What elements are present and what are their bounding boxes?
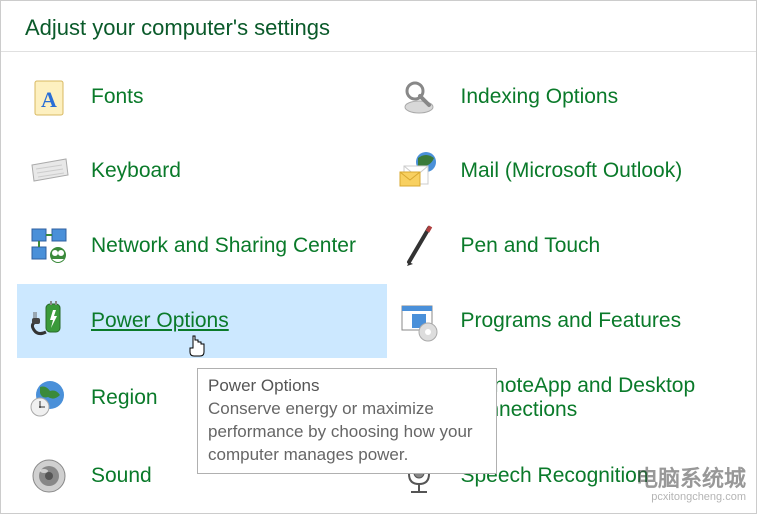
svg-text:A: A — [41, 87, 57, 112]
item-programs-features[interactable]: Programs and Features — [387, 284, 757, 358]
item-mail[interactable]: Mail (Microsoft Outlook) — [387, 134, 757, 208]
header: Adjust your computer's settings — [1, 1, 756, 52]
item-network-sharing[interactable]: Network and Sharing Center — [17, 208, 387, 284]
keyboard-icon — [25, 151, 73, 191]
tooltip-body: Conserve energy or maximize performance … — [208, 398, 486, 467]
region-icon — [25, 377, 73, 419]
item-label: Programs and Features — [461, 309, 682, 333]
item-label: Mail (Microsoft Outlook) — [461, 159, 683, 183]
page-title: Adjust your computer's settings — [25, 15, 732, 41]
item-power-options[interactable]: Power Options — [17, 284, 387, 358]
item-label: Network and Sharing Center — [91, 234, 356, 258]
fonts-icon: A — [25, 77, 73, 117]
tooltip: Power Options Conserve energy or maximiz… — [197, 368, 497, 474]
item-fonts[interactable]: A Fonts — [17, 60, 387, 134]
item-keyboard[interactable]: Keyboard — [17, 134, 387, 208]
item-label: Region — [91, 386, 158, 410]
mail-icon — [395, 150, 443, 192]
tooltip-title: Power Options — [208, 375, 486, 398]
item-label: Keyboard — [91, 159, 181, 183]
programs-icon — [395, 300, 443, 342]
pen-icon — [395, 224, 443, 268]
item-label: Indexing Options — [461, 85, 619, 109]
item-label: Pen and Touch — [461, 234, 601, 258]
indexing-icon — [395, 77, 443, 117]
item-label: Fonts — [91, 85, 144, 109]
item-label: Power Options — [91, 309, 229, 333]
item-label: Sound — [91, 464, 152, 488]
sound-icon — [25, 455, 73, 497]
item-indexing-options[interactable]: Indexing Options — [387, 60, 757, 134]
power-icon — [25, 300, 73, 342]
network-icon — [25, 225, 73, 267]
item-label: RemoteApp and Desktop Connections — [461, 374, 749, 422]
item-pen-touch[interactable]: Pen and Touch — [387, 208, 757, 284]
